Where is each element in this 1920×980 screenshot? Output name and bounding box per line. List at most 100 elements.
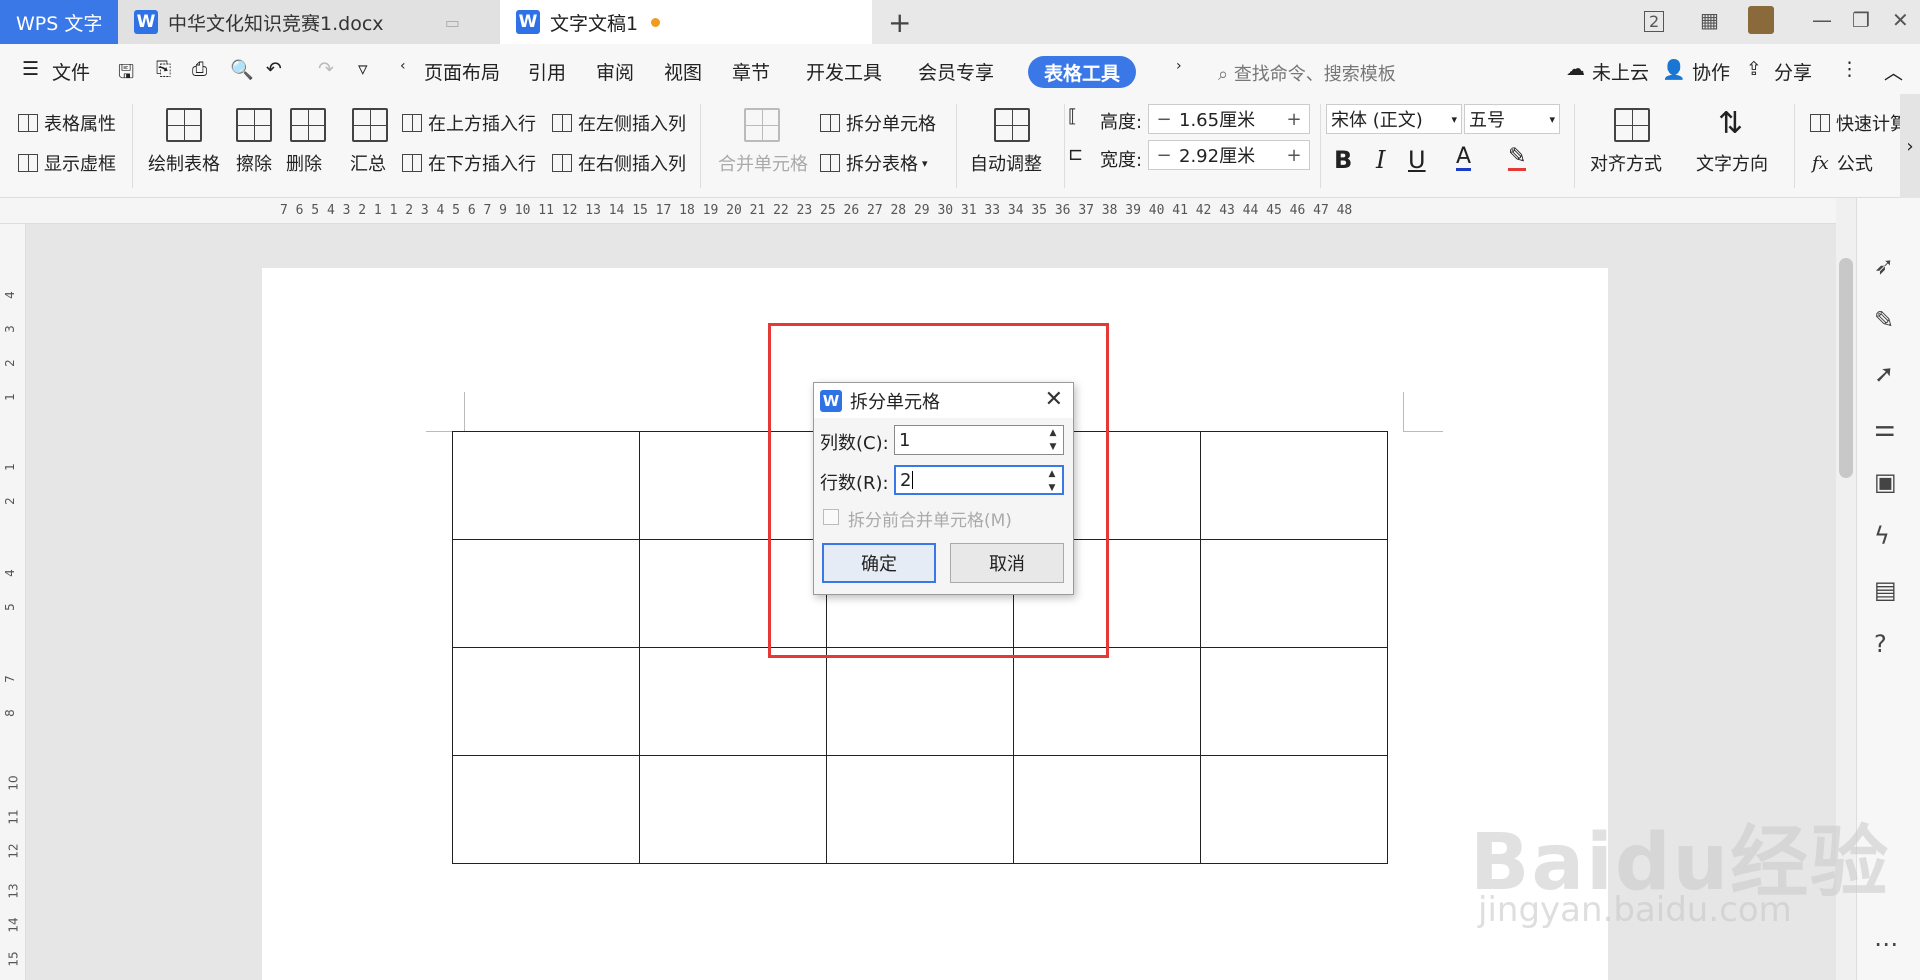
menu-file[interactable]: 文件 (52, 58, 90, 85)
decrease-icon[interactable]: − (1149, 105, 1179, 133)
spin-up-icon[interactable]: ▲ (1050, 428, 1057, 438)
menu-view[interactable]: 视图 (664, 58, 702, 85)
menu-chapter[interactable]: 章节 (732, 58, 770, 85)
table-cell[interactable] (1200, 647, 1388, 756)
table-cell[interactable] (1013, 647, 1201, 756)
book-icon[interactable]: ▤ (1874, 576, 1897, 604)
sliders-icon[interactable]: ⚌ (1874, 414, 1896, 442)
bold-icon[interactable]: B (1334, 146, 1352, 174)
show-grid-button[interactable]: 显示虚框 (18, 150, 116, 176)
align-button[interactable]: 对齐方式 (1590, 150, 1662, 176)
share-button[interactable]: 分享 (1774, 58, 1812, 85)
delete-button[interactable]: 删除 (286, 150, 322, 176)
table-cell[interactable] (1200, 755, 1388, 864)
lightning-icon[interactable]: ϟ (1874, 522, 1890, 550)
scroll-left-icon[interactable]: ‹ (400, 58, 406, 74)
width-stepper[interactable]: − 2.92厘米 + (1148, 140, 1310, 170)
insert-below-button[interactable]: 在下方插入行 (402, 150, 536, 176)
print-preview-icon[interactable]: 🔍 (230, 58, 254, 81)
insert-above-button[interactable]: 在上方插入行 (402, 110, 536, 136)
text-direction-button[interactable]: 文字方向 (1696, 150, 1768, 176)
columns-value[interactable]: 1 (899, 430, 910, 451)
table-cell[interactable] (1200, 431, 1388, 540)
table-cell[interactable] (452, 647, 640, 756)
erase-button[interactable]: 擦除 (236, 150, 272, 176)
rows-stepper[interactable]: 2 ▲ ▼ (894, 465, 1064, 495)
doc-tab-1[interactable]: W 中华文化知识竞赛1.docx ▭ (118, 0, 500, 44)
highlight-color-icon[interactable]: ✎ (1508, 146, 1527, 171)
italic-icon[interactable]: I (1376, 146, 1385, 174)
insert-left-button[interactable]: 在左侧插入列 (552, 110, 686, 136)
underline-icon[interactable]: U (1408, 146, 1426, 174)
increase-icon[interactable]: + (1279, 141, 1309, 169)
cancel-button[interactable]: 取消 (950, 543, 1064, 583)
scroll-right-icon[interactable]: › (1176, 58, 1182, 74)
table-properties-button[interactable]: 表格属性 (18, 110, 116, 136)
doc-tab-2[interactable]: W 文字文稿1 (500, 0, 872, 44)
draw-table-button[interactable]: 绘制表格 (148, 150, 220, 176)
help-icon[interactable]: ? (1874, 630, 1887, 658)
more-chevron-icon[interactable]: ▿ (358, 58, 368, 80)
formula-button[interactable]: fx 公式 (1812, 150, 1873, 176)
height-stepper[interactable]: − 1.65厘米 + (1148, 104, 1310, 134)
more-dots-icon[interactable]: ⋯ (1874, 930, 1898, 958)
close-window-icon[interactable]: ✕ (1892, 8, 1909, 32)
dialog-titlebar[interactable]: W 拆分单元格 ✕ (814, 383, 1073, 418)
avatar[interactable] (1748, 6, 1774, 34)
table-cell[interactable] (826, 647, 1014, 756)
undo-icon[interactable]: ↶ (266, 58, 282, 80)
table-cell[interactable] (639, 647, 827, 756)
font-color-icon[interactable]: A (1456, 146, 1472, 171)
merge-cells-button[interactable]: 合并单元格 (718, 150, 808, 176)
merge-before-split-checkbox[interactable] (823, 509, 839, 525)
menu-member[interactable]: 会员专享 (918, 58, 994, 85)
quick-calc-button[interactable]: 快速计算 (1810, 110, 1908, 136)
window-count-icon[interactable]: 2 (1644, 11, 1665, 32)
font-size-select[interactable]: 五号 ▾ (1464, 104, 1560, 134)
collapse-ribbon-icon[interactable]: ︿ (1884, 58, 1903, 85)
save-icon[interactable]: 🖫 (118, 58, 134, 90)
redo-icon[interactable]: ↷ (318, 58, 334, 80)
ok-button[interactable]: 确定 (822, 543, 936, 583)
auto-fit-button[interactable]: 自动调整 (970, 150, 1042, 176)
menu-developer[interactable]: 开发工具 (806, 58, 882, 85)
split-cells-button[interactable]: 拆分单元格 (820, 110, 936, 136)
width-value[interactable]: 2.92厘米 (1179, 142, 1279, 168)
ribbon-scroll-right-icon[interactable]: › (1900, 94, 1920, 198)
table-cell[interactable] (1013, 755, 1201, 864)
table-cell[interactable] (452, 539, 640, 648)
print-icon[interactable]: ⎙ (192, 58, 207, 80)
height-value[interactable]: 1.65厘米 (1179, 106, 1279, 132)
menu-page-layout[interactable]: 页面布局 (424, 58, 500, 85)
table-tools-tab[interactable]: 表格工具 (1028, 56, 1136, 88)
rows-value[interactable]: 2 (900, 470, 911, 491)
restore-icon[interactable]: ❐ (1852, 8, 1870, 32)
app-tab[interactable]: WPS 文字 (0, 0, 118, 44)
collab-button[interactable]: 协作 (1692, 58, 1730, 85)
table-cell[interactable] (1200, 539, 1388, 648)
spin-buttons[interactable]: ▲ ▼ (1045, 428, 1061, 452)
pen-icon[interactable]: ✎ (1874, 306, 1894, 334)
menu-review[interactable]: 审阅 (596, 58, 634, 85)
decrease-icon[interactable]: − (1149, 141, 1179, 169)
table-cell[interactable] (639, 755, 827, 864)
insert-right-button[interactable]: 在右侧插入列 (552, 150, 686, 176)
table-cell[interactable] (826, 755, 1014, 864)
spin-down-icon[interactable]: ▼ (1049, 483, 1056, 493)
table-cell[interactable] (452, 431, 640, 540)
spin-down-icon[interactable]: ▼ (1050, 442, 1057, 452)
spin-up-icon[interactable]: ▲ (1049, 469, 1056, 479)
export-icon[interactable]: ⎘ (156, 58, 171, 80)
menu-references[interactable]: 引用 (528, 58, 566, 85)
pointer-icon[interactable]: ➚ (1874, 360, 1894, 388)
font-name-select[interactable]: 宋体 (正文) ▾ (1326, 104, 1462, 134)
spin-buttons[interactable]: ▲ ▼ (1044, 469, 1060, 493)
image-edit-icon[interactable]: ▣ (1874, 468, 1897, 496)
close-icon[interactable]: ✕ (1045, 387, 1063, 412)
cloud-status[interactable]: 未上云 (1592, 58, 1649, 85)
rocket-icon[interactable]: ➶ (1874, 252, 1894, 280)
command-search[interactable]: ⌕ 查找命令、搜索模板 (1218, 60, 1396, 86)
columns-stepper[interactable]: 1 ▲ ▼ (894, 425, 1064, 455)
grid-icon[interactable]: ▦ (1700, 8, 1719, 32)
hamburger-icon[interactable]: ☰ (22, 58, 39, 80)
